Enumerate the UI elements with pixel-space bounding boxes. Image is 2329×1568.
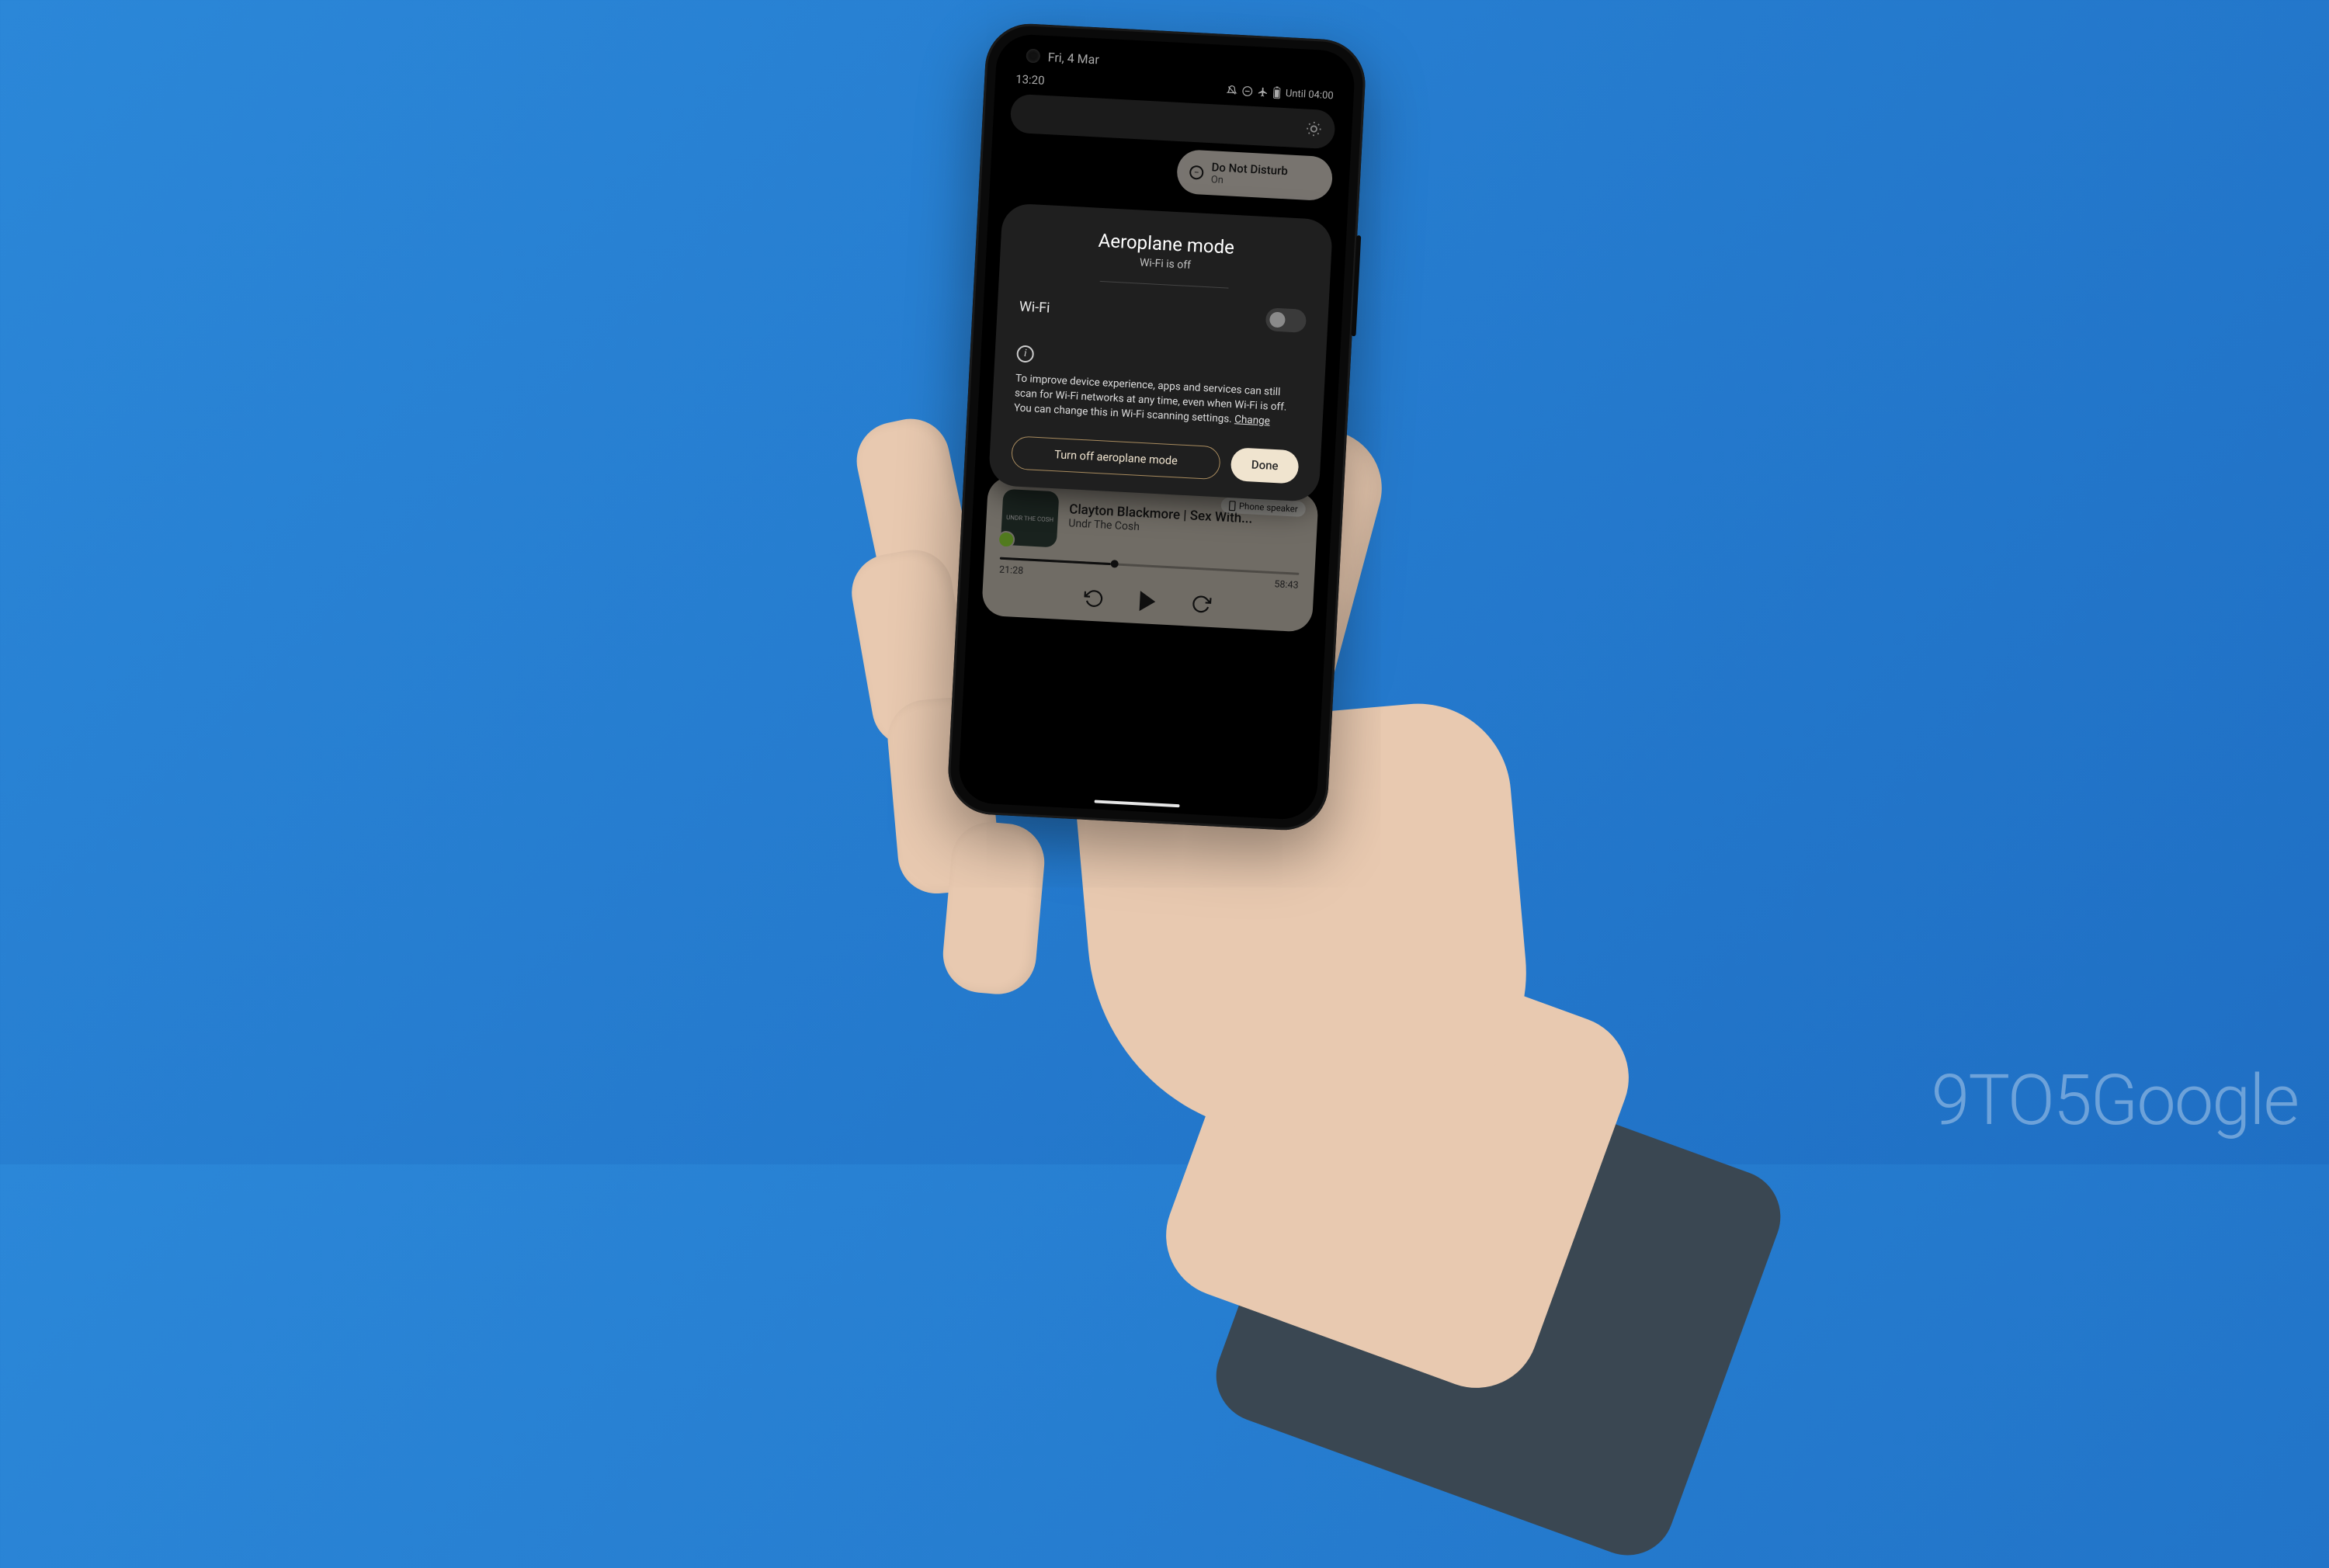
- media-elapsed-time: 21:28: [999, 564, 1024, 578]
- dnd-status-icon: [1242, 85, 1254, 97]
- wifi-toggle-switch[interactable]: [1265, 307, 1307, 333]
- forward-icon[interactable]: [1190, 594, 1211, 615]
- until-time-label: Until 04:00: [1286, 88, 1334, 102]
- change-link[interactable]: Change: [1234, 413, 1271, 427]
- phone-screen: Fri, 4 Mar 13:20 Until 04:00: [957, 33, 1355, 821]
- info-icon: i: [1016, 345, 1034, 363]
- battery-icon: [1273, 86, 1282, 99]
- qs-tile-dnd[interactable]: − Do Not Disturb On: [1176, 149, 1334, 201]
- divider: [1099, 281, 1228, 289]
- status-time: 13:20: [1015, 72, 1045, 88]
- watermark-text: 9TO5Google: [1932, 1060, 2299, 1141]
- album-art: UNDR THE COSH: [1001, 489, 1060, 548]
- aeroplane-mode-dialog: Aeroplane mode Wi-Fi is off Wi-Fi i To i…: [988, 203, 1333, 501]
- dnd-off-icon: [1227, 85, 1238, 96]
- phone-speaker-icon: [1229, 501, 1237, 511]
- power-button: [1351, 235, 1361, 336]
- turn-off-aeroplane-button[interactable]: Turn off aeroplane mode: [1011, 435, 1221, 480]
- photo-scene: Fri, 4 Mar 13:20 Until 04:00: [815, 0, 1514, 1164]
- status-icons-cluster: Until 04:00: [1227, 84, 1334, 102]
- media-duration-time: 58:43: [1274, 578, 1299, 591]
- rewind-icon[interactable]: [1084, 588, 1105, 609]
- info-description: To improve device experience, apps and s…: [1014, 371, 1303, 430]
- wifi-toggle-label: Wi-Fi: [1019, 298, 1050, 316]
- output-chip-label: Phone speaker: [1239, 501, 1299, 515]
- phone-frame: Fri, 4 Mar 13:20 Until 04:00: [946, 22, 1368, 832]
- play-button[interactable]: [1140, 591, 1156, 612]
- source-app-badge: [998, 530, 1015, 548]
- airplane-icon: [1258, 86, 1269, 98]
- brightness-icon: [1305, 120, 1323, 138]
- dnd-tile-icon: −: [1189, 165, 1204, 179]
- done-button[interactable]: Done: [1230, 447, 1300, 484]
